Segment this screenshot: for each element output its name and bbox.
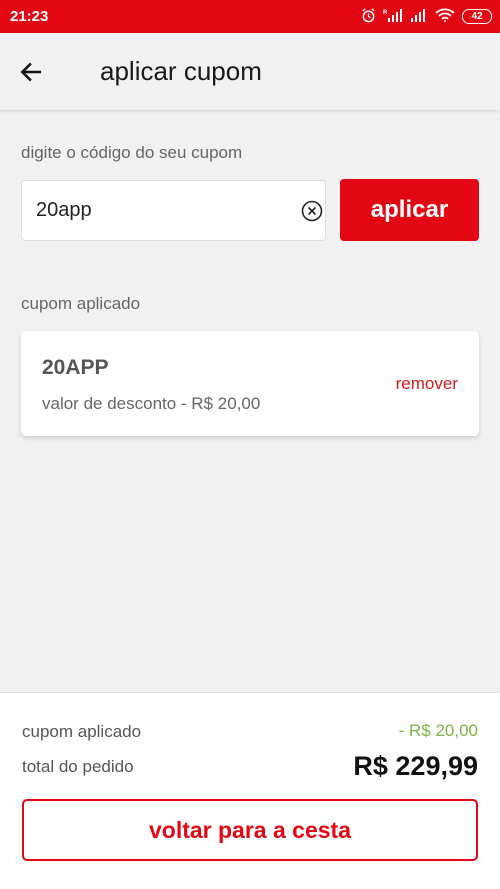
coupon-input-box (21, 180, 326, 241)
app-header: aplicar cupom (0, 33, 500, 111)
status-icons: R 42 (361, 8, 492, 25)
apply-coupon-button[interactable]: aplicar (340, 179, 479, 241)
back-to-cart-button[interactable]: voltar para a cesta (22, 799, 478, 861)
clear-input-button[interactable] (301, 199, 323, 223)
coupon-code-label: digite o código do seu cupom (21, 143, 243, 162)
status-time: 21:23 (10, 8, 49, 25)
order-summary-panel: cupom aplicado - R$ 20,00 total do pedid… (0, 692, 500, 889)
summary-coupon-value: - R$ 20,00 (398, 721, 478, 740)
page-title: aplicar cupom (100, 56, 262, 86)
signal-r-icon: R (383, 8, 403, 25)
remove-coupon-link[interactable]: remover (396, 374, 458, 394)
wifi-icon (435, 8, 455, 25)
clear-circle-icon (301, 200, 323, 221)
applied-coupon-card: 20APP valor de desconto - R$ 20,00 remov… (21, 331, 479, 436)
signal-icon (410, 8, 428, 25)
summary-total-label: total do pedido (22, 757, 134, 776)
coupon-code-input[interactable] (36, 199, 301, 222)
arrow-left-icon (20, 62, 41, 82)
applied-coupon-description: valor de desconto - R$ 20,00 (42, 394, 261, 413)
battery-icon: 42 (462, 9, 492, 24)
status-bar: 21:23 R 42 (0, 0, 500, 33)
alarm-icon (361, 8, 376, 25)
applied-coupon-code: 20APP (42, 356, 109, 379)
applied-coupon-label: cupom aplicado (21, 294, 141, 313)
back-button[interactable] (14, 55, 48, 89)
summary-total-value: R$ 229,99 (353, 751, 478, 781)
svg-text:R: R (383, 10, 388, 16)
summary-coupon-label: cupom aplicado (22, 722, 142, 741)
